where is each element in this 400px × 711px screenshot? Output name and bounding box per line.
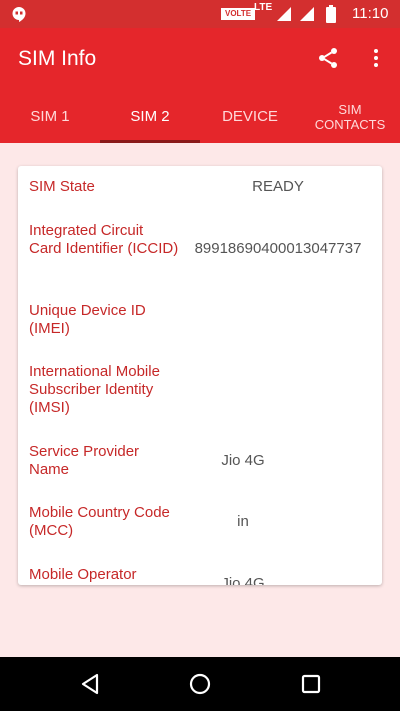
row-label: Unique Device ID (IMEI) xyxy=(29,302,146,337)
home-circle-icon[interactable] xyxy=(188,672,212,696)
back-triangle-icon[interactable] xyxy=(79,672,101,696)
signal-strength-2-icon xyxy=(300,7,314,21)
row-value: in xyxy=(237,513,249,530)
share-icon[interactable] xyxy=(316,46,340,70)
tab-device[interactable]: DEVICE xyxy=(200,90,300,143)
network-type: LTE xyxy=(254,2,273,13)
status-bar: VOLTE LTE 11:10 xyxy=(0,0,400,28)
app-bar: SIM Info xyxy=(0,28,400,90)
more-vert-icon[interactable] xyxy=(364,46,388,70)
battery-icon xyxy=(326,5,336,23)
row-label: SIM State xyxy=(29,178,95,195)
tab-indicator xyxy=(100,140,200,143)
row-value: READY xyxy=(252,178,304,195)
row-imei: Unique Device ID (IMEI) xyxy=(18,302,382,340)
tab-sim-contacts[interactable]: SIM CONTACTS xyxy=(300,90,400,143)
tab-sim-2[interactable]: SIM 2 xyxy=(100,90,200,143)
hangouts-icon xyxy=(12,7,26,22)
row-service-provider: Service Provider Name Jio 4G xyxy=(18,443,382,481)
signal-strength-icon xyxy=(277,7,291,21)
row-iccid: Integrated Circuit Card Identifier (ICCI… xyxy=(18,222,382,278)
tab-sim-1[interactable]: SIM 1 xyxy=(0,90,100,143)
row-value: 89918690400013047737 xyxy=(194,240,362,257)
row-imsi: International Mobile Subscriber Identity… xyxy=(18,363,382,419)
clock: 11:10 xyxy=(352,5,389,22)
sim-info-card: SIM State READY Integrated Circuit Card … xyxy=(18,166,382,585)
row-value: Jio 4G xyxy=(221,575,265,585)
row-sim-state: SIM State READY xyxy=(18,178,382,198)
row-mobile-operator: Mobile Operator Jio 4G xyxy=(18,566,382,585)
row-value: Jio 4G xyxy=(221,452,265,469)
row-mcc: Mobile Country Code (MCC) in xyxy=(18,504,382,542)
system-nav-bar xyxy=(0,657,400,711)
tab-bar: SIM 1 SIM 2 DEVICE SIM CONTACTS xyxy=(0,90,400,143)
recents-square-icon[interactable] xyxy=(300,673,322,695)
volte-badge: VOLTE xyxy=(221,8,256,20)
row-label: International Mobile Subscriber Identity… xyxy=(29,363,160,416)
page-title: SIM Info xyxy=(18,47,97,70)
row-label: Integrated Circuit Card Identifier (ICCI… xyxy=(29,222,179,257)
